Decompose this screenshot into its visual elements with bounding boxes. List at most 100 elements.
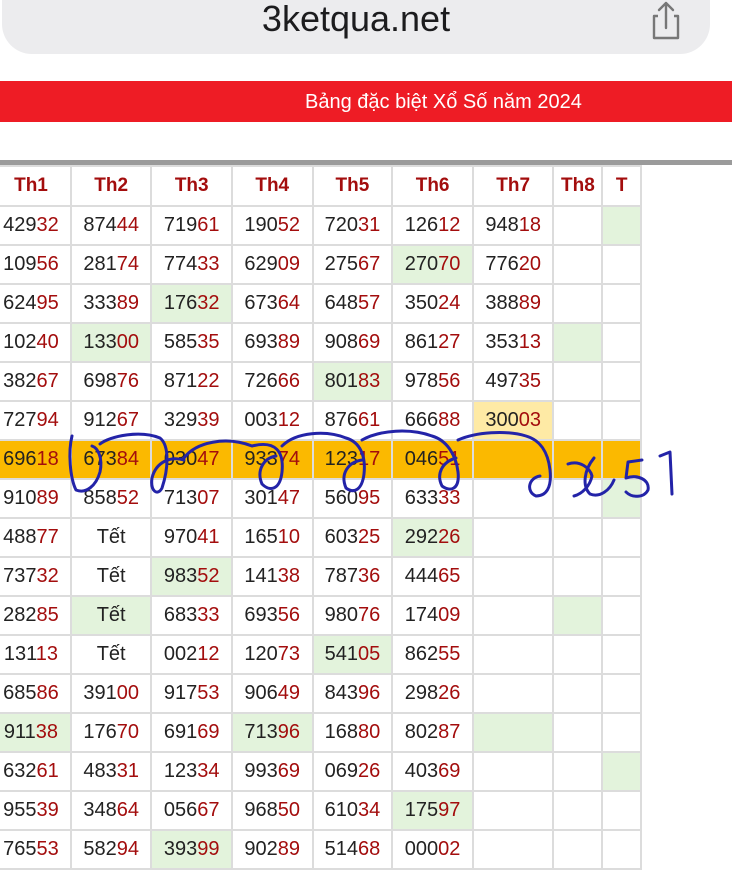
number-last-two-digits: 89 — [116, 292, 139, 314]
number-last-two-digits: 87 — [438, 721, 461, 743]
table-cell — [552, 517, 604, 558]
number-last-two-digits: 52 — [197, 565, 220, 587]
table-cell — [601, 439, 642, 480]
table-cell: 63261 — [0, 751, 72, 792]
number-last-two-digits: 64 — [277, 292, 301, 314]
column-header: Th6 — [391, 165, 474, 207]
number-last-two-digits: 25 — [357, 526, 381, 548]
number-prefix: 727 — [3, 409, 37, 431]
table-cell: 00002 — [391, 829, 474, 870]
table-cell: 67384 — [69, 439, 153, 480]
number-last-two-digits: 74 — [116, 253, 139, 275]
table-cell — [601, 244, 642, 285]
table-cell — [601, 829, 642, 870]
table-cell: 00312 — [230, 400, 314, 441]
table-cell: 39100 — [69, 673, 153, 714]
table-cell: 04651 — [391, 439, 474, 480]
number-prefix: 683 — [163, 604, 198, 626]
number-prefix: 876 — [324, 409, 358, 431]
number-prefix: 141 — [244, 565, 278, 587]
number-prefix: 776 — [485, 253, 519, 275]
table-cell — [471, 595, 555, 636]
table-row: 28285 Tết 68333 69356 98076 17409 — [0, 595, 642, 636]
number-last-two-digits: 34 — [357, 799, 381, 821]
number-prefix: 165 — [244, 526, 278, 548]
number-prefix: 858 — [83, 487, 117, 509]
table-row: 91089 85852 71307 30147 56095 63333 — [0, 478, 642, 519]
table-cell: 69876 — [69, 361, 153, 402]
browser-address-bar: 3ketqua.net — [0, 0, 732, 62]
table-cell — [601, 205, 642, 246]
number-last-two-digits: 47 — [277, 487, 301, 509]
table-cell: 17632 — [150, 283, 233, 324]
number-last-two-digits: 18 — [518, 214, 541, 236]
table-row: 76553 58294 39399 90289 51468 00002 — [0, 829, 642, 870]
table-cell: 42932 — [0, 205, 72, 246]
table-row: 48877 Tết 97041 16510 60325 29226 — [0, 517, 642, 558]
number-prefix: 488 — [3, 526, 37, 548]
number-last-two-digits: 85 — [36, 604, 59, 626]
table-cell — [471, 673, 555, 714]
number-prefix: 175 — [404, 799, 439, 821]
table-cell — [601, 634, 642, 675]
number-last-two-digits: 67 — [36, 370, 59, 392]
number-last-two-digits: 26 — [357, 760, 381, 782]
number-prefix: 403 — [404, 760, 439, 782]
number-prefix: 843 — [324, 682, 358, 704]
number-prefix: 691 — [163, 721, 198, 743]
table-cell: 14138 — [230, 556, 314, 597]
share-icon[interactable] — [645, 0, 685, 40]
number-last-two-digits: 44 — [116, 214, 139, 236]
table-cell: 13300 — [69, 322, 153, 363]
table-cell — [601, 400, 642, 441]
column-header: Th2 — [69, 165, 153, 207]
number-last-two-digits: 33 — [197, 604, 220, 626]
table-cell: 84396 — [311, 673, 394, 714]
table-cell: 40369 — [391, 751, 474, 792]
number-prefix: 633 — [404, 487, 439, 509]
number-last-two-digits: 66 — [277, 370, 301, 392]
number-prefix: 603 — [324, 526, 358, 548]
results-table-container[interactable]: y Th1 Th2 Th3 Th4 Th5 Th6 Th7 Th8 T 4293… — [0, 165, 732, 888]
number-last-two-digits: 33 — [197, 253, 220, 275]
table-cell: 78736 — [311, 556, 394, 597]
number-last-two-digits: 38 — [35, 721, 59, 743]
number-prefix: 765 — [3, 838, 37, 860]
table-cell — [471, 517, 555, 558]
number-prefix: 391 — [83, 682, 117, 704]
table-cell: 28285 — [0, 595, 72, 636]
table-row: 13113 Tết 00212 12073 54105 86255 — [0, 634, 642, 675]
table-cell: 16510 — [230, 517, 314, 558]
number-prefix: 300 — [485, 409, 519, 431]
number-prefix: 301 — [244, 487, 278, 509]
special-highlighted-row: 69618 67384 03047 93374 12317 04651 — [0, 439, 642, 480]
column-header: Th3 — [150, 165, 233, 207]
number-prefix: 429 — [3, 214, 37, 236]
table-cell — [471, 439, 555, 480]
table-cell — [552, 751, 604, 792]
number-last-two-digits: 09 — [438, 604, 461, 626]
number-prefix: 726 — [244, 370, 278, 392]
table-cell: 12612 — [391, 205, 474, 246]
number-prefix: 348 — [83, 799, 117, 821]
table-title-banner: Bảng đặc biệt Xổ Số năm 2024 — [0, 81, 732, 122]
number-prefix: 861 — [404, 331, 439, 353]
number-prefix: 003 — [244, 409, 278, 431]
number-prefix: 629 — [244, 253, 278, 275]
table-cell — [601, 751, 642, 792]
number-prefix: 350 — [404, 292, 439, 314]
table-cell: 91267 — [69, 400, 153, 441]
number-prefix: 698 — [83, 370, 117, 392]
number-last-two-digits: 57 — [357, 292, 381, 314]
number-last-two-digits: 69 — [438, 760, 461, 782]
number-last-two-digits: 61 — [36, 760, 59, 782]
number-last-two-digits: 38 — [277, 565, 301, 587]
number-last-two-digits: 56 — [277, 604, 301, 626]
table-cell — [601, 712, 642, 753]
number-last-two-digits: 99 — [197, 838, 220, 860]
number-last-two-digits: 94 — [116, 838, 139, 860]
number-prefix: 388 — [485, 292, 519, 314]
table-cell: 93374 — [230, 439, 314, 480]
url-field[interactable]: 3ketqua.net — [2, 0, 710, 54]
table-cell — [552, 244, 604, 285]
